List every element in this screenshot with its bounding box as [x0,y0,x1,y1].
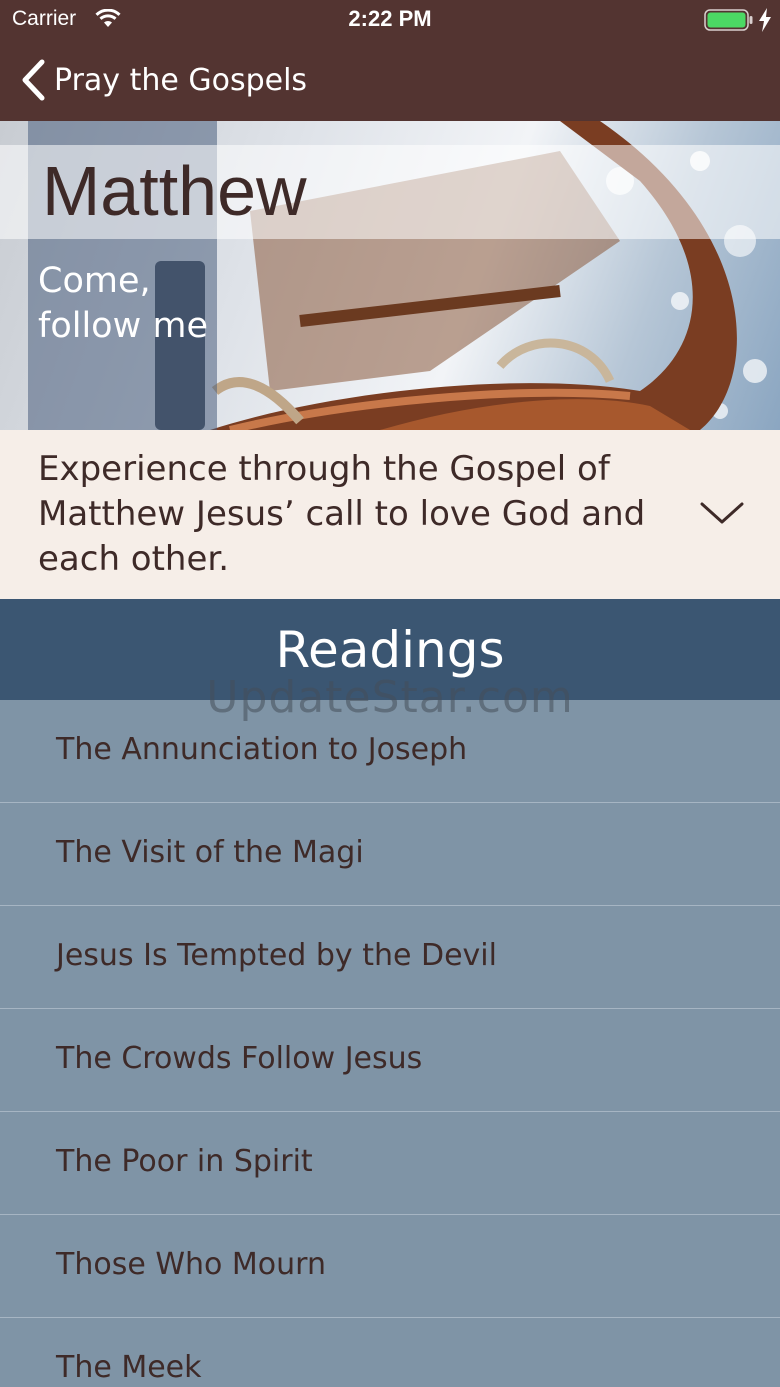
subtitle-line-1: Come, [38,261,151,301]
back-button-label: Pray the Gospels [54,62,308,98]
subtitle-line-2: follow me [38,306,208,346]
book-description[interactable]: Experience through the Gospel of Matthew… [0,430,780,599]
charging-bolt-icon [759,8,771,32]
reading-item[interactable]: The Crowds Follow Jesus [0,1009,780,1112]
status-bar: Carrier 2:22 PM [0,0,780,40]
readings-list: The Annunciation to Joseph The Visit of … [0,700,780,1387]
reading-item-label: The Meek [56,1350,202,1385]
readings-header: Readings [0,599,780,700]
reading-item[interactable]: Those Who Mourn [0,1215,780,1318]
reading-item[interactable]: The Annunciation to Joseph [0,700,780,803]
reading-item-label: The Visit of the Magi [56,835,364,870]
reading-item-label: The Poor in Spirit [56,1144,313,1179]
reading-item-label: The Annunciation to Joseph [56,732,468,767]
book-subtitle: Come, follow me [38,259,218,349]
chevron-down-icon[interactable] [700,500,744,526]
book-title: Matthew [42,152,307,230]
reading-item-label: Jesus Is Tempted by the Devil [56,938,497,973]
navigation-bar: Carrier 2:22 PM Pray the Gospels [0,0,780,121]
reading-item[interactable]: Jesus Is Tempted by the Devil [0,906,780,1009]
chevron-left-icon [22,59,45,101]
reading-item[interactable]: The Poor in Spirit [0,1112,780,1215]
reading-item[interactable]: The Meek [0,1318,780,1387]
reading-item-label: Those Who Mourn [56,1247,326,1282]
reading-item[interactable]: The Visit of the Magi [0,803,780,906]
readings-title: Readings [275,621,505,679]
back-button[interactable]: Pray the Gospels [20,56,307,104]
clock: 2:22 PM [348,6,432,31]
reading-item-label: The Crowds Follow Jesus [56,1041,423,1076]
description-text: Experience through the Gospel of Matthew… [38,449,646,579]
battery-icon [704,9,753,31]
hero-banner: Matthew Come, follow me [0,121,780,430]
